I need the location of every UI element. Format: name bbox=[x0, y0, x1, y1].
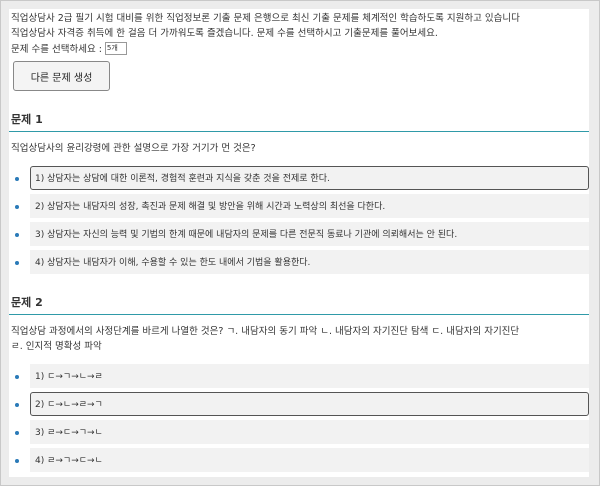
page-content: 직업상담사 2급 필기 시험 대비를 위한 직업정보론 기출 문제 은행으로 최… bbox=[9, 9, 589, 477]
option-item: 4) 상담자는 내담자가 이해, 수용할 수 있는 한도 내에서 기법을 활용한… bbox=[9, 250, 589, 276]
option-list: 1) 상담자는 상담에 대한 이론적, 경험적 훈련과 지식을 갖춘 것을 전제… bbox=[9, 166, 589, 276]
browser-viewport: 직업상담사 2급 필기 시험 대비를 위한 직업정보론 기출 문제 은행으로 최… bbox=[0, 0, 600, 486]
bullet-icon bbox=[15, 431, 19, 435]
option-2[interactable]: 2) 상담자는 내담자의 성장, 촉진과 문제 해결 및 방안을 위해 시간과 … bbox=[30, 194, 589, 218]
question-count-label: 문제 수를 선택하세요 : bbox=[11, 44, 102, 55]
intro-line-2: 직업상담사 자격증 취득에 한 걸음 더 가까워도록 즐겠습니다. 문제 수를 … bbox=[11, 28, 438, 39]
option-2[interactable]: 2) ㄷ→ㄴ→ㄹ→ㄱ bbox=[30, 392, 589, 416]
option-1[interactable]: 1) ㄷ→ㄱ→ㄴ→ㄹ bbox=[30, 364, 589, 388]
option-3[interactable]: 3) ㄹ→ㄷ→ㄱ→ㄴ bbox=[30, 420, 589, 444]
option-4[interactable]: 4) ㄹ→ㄱ→ㄷ→ㄴ bbox=[30, 448, 589, 472]
question-count-select[interactable]: 5개 bbox=[104, 41, 127, 55]
intro-text: 직업상담사 2급 필기 시험 대비를 위한 직업정보론 기출 문제 은행으로 최… bbox=[11, 11, 589, 41]
generate-questions-button[interactable]: 다른 문제 생성 bbox=[13, 61, 110, 91]
option-1[interactable]: 1) 상담자는 상담에 대한 이론적, 경험적 훈련과 지식을 갖춘 것을 전제… bbox=[30, 166, 589, 190]
problem-question-line-1: 직업상담 과정에서의 사정단계를 바르게 나열한 것은? ㄱ. 내담자의 동기 … bbox=[11, 326, 520, 337]
question-count-row: 문제 수를 선택하세요 : 5개 bbox=[11, 41, 589, 55]
problem-1: 문제 1 직업상담사의 윤리강령에 관한 설명으로 가장 거기가 먼 것은? 1… bbox=[9, 111, 589, 276]
option-item: 2) 상담자는 내담자의 성장, 촉진과 문제 해결 및 방안을 위해 시간과 … bbox=[9, 194, 589, 220]
option-item: 1) ㄷ→ㄱ→ㄴ→ㄹ bbox=[9, 364, 589, 390]
intro-line-1: 직업상담사 2급 필기 시험 대비를 위한 직업정보론 기출 문제 은행으로 최… bbox=[11, 13, 520, 24]
problem-question-line-2: ㄹ. 인지적 명확성 파악 bbox=[11, 341, 102, 352]
option-item: 3) 상담자는 자신의 능력 및 기법의 한계 때문에 내담자의 문제를 다른 … bbox=[9, 222, 589, 248]
bullet-icon bbox=[15, 205, 19, 209]
bullet-icon bbox=[15, 375, 19, 379]
problem-heading: 문제 1 bbox=[9, 111, 589, 132]
option-item: 3) ㄹ→ㄷ→ㄱ→ㄴ bbox=[9, 420, 589, 446]
option-3[interactable]: 3) 상담자는 자신의 능력 및 기법의 한계 때문에 내담자의 문제를 다른 … bbox=[30, 222, 589, 246]
bullet-icon bbox=[15, 233, 19, 237]
option-list: 1) ㄷ→ㄱ→ㄴ→ㄹ 2) ㄷ→ㄴ→ㄹ→ㄱ 3) ㄹ→ㄷ→ㄱ→ㄴ 4) ㄹ→ㄱ→… bbox=[9, 364, 589, 474]
bullet-icon bbox=[15, 261, 19, 265]
problem-2: 문제 2 직업상담 과정에서의 사정단계를 바르게 나열한 것은? ㄱ. 내담자… bbox=[9, 294, 589, 474]
bullet-icon bbox=[15, 459, 19, 463]
problem-question: 직업상담 과정에서의 사정단계를 바르게 나열한 것은? ㄱ. 내담자의 동기 … bbox=[11, 324, 589, 354]
problem-heading: 문제 2 bbox=[9, 294, 589, 315]
option-item: 1) 상담자는 상담에 대한 이론적, 경험적 훈련과 지식을 갖춘 것을 전제… bbox=[9, 166, 589, 192]
option-item: 2) ㄷ→ㄴ→ㄹ→ㄱ bbox=[9, 392, 589, 418]
bullet-icon bbox=[15, 403, 19, 407]
option-item: 4) ㄹ→ㄱ→ㄷ→ㄴ bbox=[9, 448, 589, 474]
option-4[interactable]: 4) 상담자는 내담자가 이해, 수용할 수 있는 한도 내에서 기법을 활용한… bbox=[30, 250, 589, 274]
problem-question: 직업상담사의 윤리강령에 관한 설명으로 가장 거기가 먼 것은? bbox=[11, 143, 256, 154]
bullet-icon bbox=[15, 177, 19, 181]
